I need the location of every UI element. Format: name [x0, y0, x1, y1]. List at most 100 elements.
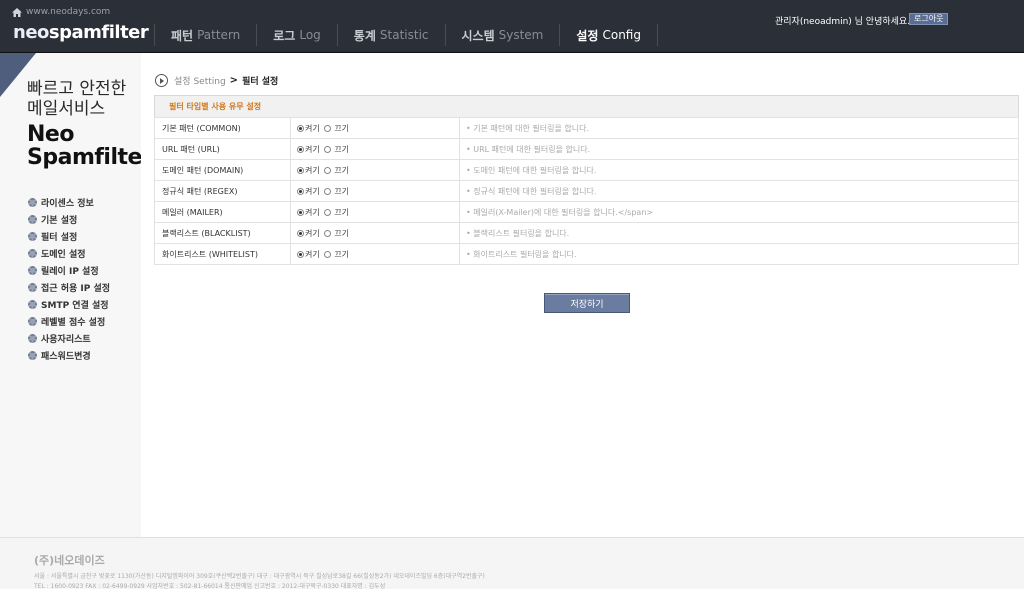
breadcrumb-parent[interactable]: 설정 Setting	[174, 74, 226, 87]
logout-button[interactable]: 로그아웃	[909, 13, 949, 25]
radio-on-label: 켜기	[305, 249, 320, 259]
brand-logo[interactable]: neospamfilter	[13, 22, 149, 43]
sidebar-item-user-list[interactable]: 사용자리스트	[28, 330, 110, 347]
top-header: www.neodays.com neospamfilter 패턴 Pattern …	[0, 0, 1024, 53]
sidebar-item-level-score[interactable]: 레벨별 점수 설정	[28, 313, 110, 330]
table-row: URL 패턴 (URL) 켜기 끄기 • URL 패턴에 대한 필터링을 합니다…	[154, 138, 1019, 160]
filter-name: 도메인 패턴 (DOMAIN)	[154, 159, 291, 181]
filter-description: • 메일러(X-Mailer)에 대한 필터링을 합니다.</span>	[459, 201, 1019, 223]
sidebar-item-access-ip[interactable]: 접근 허용 IP 설정	[28, 279, 110, 296]
play-circle-icon	[155, 74, 168, 87]
sidebar-item-label: SMTP 연결 설정	[41, 301, 109, 311]
sidebar-item-label: 필터 설정	[41, 233, 78, 243]
footer-contact: TEL : 1600-0923 FAX : 02-6499-0929 사업자번호…	[34, 583, 386, 589]
filter-name: 정규식 패턴 (REGEX)	[154, 180, 291, 202]
home-icon	[12, 7, 22, 17]
radio-on-label: 켜기	[305, 228, 320, 238]
table-row: 블랙리스트 (BLACKLIST) 켜기 끄기 • 블랙리스트 필터링을 합니다…	[154, 222, 1019, 244]
nav-log-en: Log	[299, 28, 321, 42]
nav-system[interactable]: 시스템 System	[444, 24, 560, 46]
brand-line-2: Spamfilter	[27, 145, 153, 170]
radio-on[interactable]	[297, 187, 304, 195]
filter-description: • 정규식 패턴에 대한 필터링을 합니다.	[459, 180, 1019, 202]
radio-off[interactable]	[323, 166, 331, 174]
gear-icon	[28, 351, 37, 360]
nav-log-ko: 로그	[273, 28, 296, 43]
radio-off[interactable]	[323, 229, 331, 237]
sidebar-item-filter-settings[interactable]: 필터 설정	[28, 228, 110, 245]
filter-name: 블랙리스트 (BLACKLIST)	[154, 222, 291, 244]
breadcrumb-parent-ko: 설정	[174, 77, 191, 87]
sidebar-item-label: 접근 허용 IP 설정	[41, 284, 111, 294]
sidebar-item-label: 기본 설정	[41, 216, 78, 226]
gear-icon	[28, 266, 37, 275]
footer: (주)네오데이즈 서울 : 서울특별시 금천구 벚꽃로 1130(가산동) 디지…	[0, 537, 1024, 589]
gear-icon	[28, 283, 37, 292]
save-button[interactable]: 저장하기	[544, 293, 630, 313]
table-row: 도메인 패턴 (DOMAIN) 켜기 끄기 • 도메인 패턴에 대한 필터링을 …	[154, 159, 1019, 181]
radio-on[interactable]	[297, 145, 304, 153]
table-row: 기본 패턴 (COMMON) 켜기 끄기 • 기본 패턴에 대한 필터링을 합니…	[154, 117, 1019, 139]
radio-off-label: 끄기	[334, 186, 350, 196]
radio-on-label: 켜기	[305, 144, 320, 154]
slogan-line-2: 메일서비스	[27, 99, 106, 119]
footer-address: 서울 : 서울특별시 금천구 벚꽃로 1130(가산동) 디지털엠파이어 309…	[34, 573, 485, 580]
sidebar-item-label: 패스워드변경	[41, 352, 91, 362]
filter-name: URL 패턴 (URL)	[154, 138, 291, 160]
radio-off-label: 끄기	[334, 165, 350, 175]
gear-icon	[28, 215, 37, 224]
logo-neo: neo	[13, 22, 49, 43]
home-link[interactable]: www.neodays.com	[12, 7, 110, 17]
radio-off[interactable]	[323, 124, 331, 132]
home-url-text: www.neodays.com	[26, 7, 111, 17]
breadcrumb-parent-en: Setting	[193, 77, 226, 87]
sidebar-item-basic-settings[interactable]: 기본 설정	[28, 211, 110, 228]
filter-toggle: 켜기 끄기	[290, 180, 460, 202]
filter-toggle: 켜기 끄기	[290, 117, 460, 139]
brand-line-1: Neo	[27, 122, 74, 147]
sidebar-item-password[interactable]: 패스워드변경	[28, 347, 110, 364]
radio-on[interactable]	[297, 250, 304, 258]
user-greeting: 관리자(neoadmin) 님 안녕하세요.	[775, 17, 911, 27]
filter-toggle: 켜기 끄기	[290, 201, 460, 223]
nav-statistic-ko: 통계	[353, 28, 376, 43]
radio-off-label: 끄기	[334, 207, 350, 217]
sidebar-slogan: 빠르고 안전한 메일서비스	[27, 79, 126, 119]
sidebar-item-label: 사용자리스트	[41, 335, 91, 345]
sidebar: 빠르고 안전한 메일서비스 Neo Spamfilter 라이센스 정보 기본 …	[0, 53, 153, 537]
radio-off[interactable]	[323, 208, 331, 216]
filter-toggle: 켜기 끄기	[290, 243, 460, 265]
radio-off-label: 끄기	[334, 123, 350, 133]
logo-spamfilter: spamfilter	[48, 22, 149, 43]
radio-off[interactable]	[323, 250, 331, 258]
main-nav: 패턴 Pattern 로그 Log 통계 Statistic 시스템 System 설정…	[154, 24, 658, 46]
nav-pattern[interactable]: 패턴 Pattern	[154, 24, 256, 46]
sidebar-item-domain-settings[interactable]: 도메인 설정	[28, 245, 110, 262]
sidebar-item-smtp[interactable]: SMTP 연결 설정	[28, 296, 110, 313]
radio-off[interactable]	[323, 145, 331, 153]
filter-settings-table: 필터 타입별 사용 유무 설정 기본 패턴 (COMMON) 켜기 끄기 • 기…	[154, 95, 1019, 265]
filter-toggle: 켜기 끄기	[290, 159, 460, 181]
nav-system-en: System	[498, 28, 544, 42]
nav-config-ko: 설정	[576, 28, 599, 43]
nav-statistic-en: Statistic	[379, 28, 429, 42]
sidebar-item-license[interactable]: 라이센스 정보	[28, 194, 110, 211]
sidebar-item-label: 라이센스 정보	[41, 199, 94, 209]
radio-on[interactable]	[297, 166, 304, 174]
table-row: 메일러 (MAILER) 켜기 끄기 • 메일러(X-Mailer)에 대한 필…	[154, 201, 1019, 223]
filter-toggle: 켜기 끄기	[290, 138, 460, 160]
nav-config[interactable]: 설정 Config	[559, 24, 658, 46]
radio-on[interactable]	[297, 124, 304, 132]
gear-icon	[28, 334, 37, 343]
filter-toggle: 켜기 끄기	[290, 222, 460, 244]
filter-description: • 도메인 패턴에 대한 필터링을 합니다.	[459, 159, 1019, 181]
sidebar-item-relay-ip[interactable]: 릴레이 IP 설정	[28, 262, 110, 279]
nav-system-ko: 시스템	[461, 28, 495, 43]
radio-on[interactable]	[297, 229, 304, 237]
radio-on[interactable]	[297, 208, 304, 216]
nav-pattern-en: Pattern	[197, 28, 241, 42]
breadcrumb: 설정 Setting > 필터 설정	[155, 74, 278, 87]
radio-off[interactable]	[323, 187, 331, 195]
nav-log[interactable]: 로그 Log	[256, 24, 337, 46]
nav-statistic[interactable]: 통계 Statistic	[336, 24, 445, 46]
